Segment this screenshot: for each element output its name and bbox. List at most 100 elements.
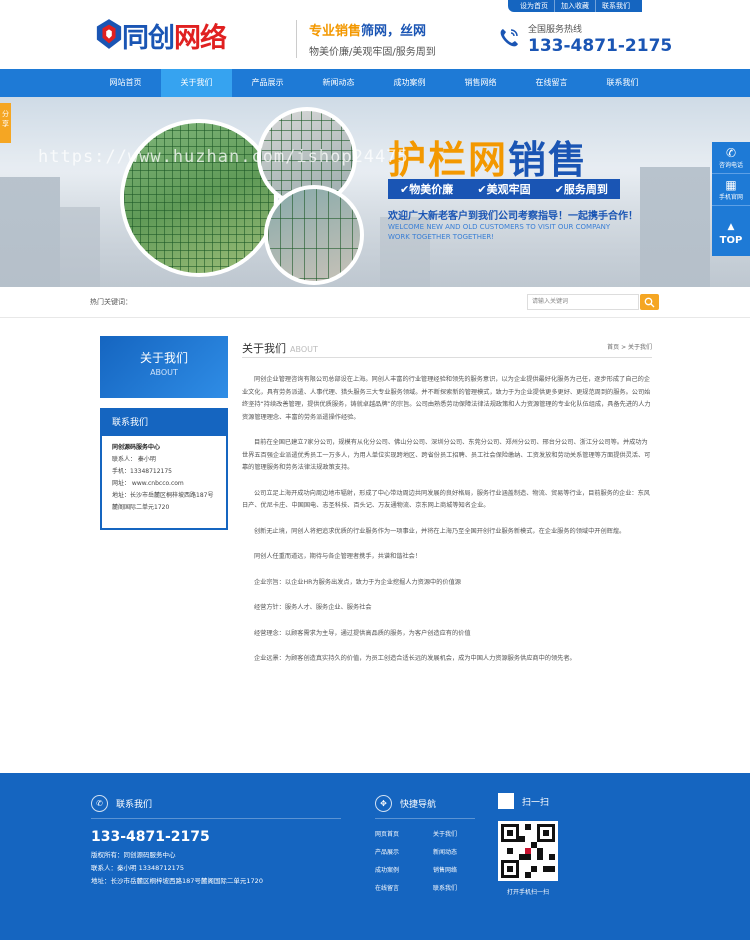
about-title-en: ABOUT bbox=[150, 368, 178, 377]
city-backdrop bbox=[0, 167, 750, 287]
logo-icon[interactable] bbox=[95, 17, 123, 51]
watermark: https://www.huzhan.com/ishop24475 bbox=[38, 147, 409, 167]
contact-line: 联系人： 秦小明 bbox=[112, 456, 156, 463]
compass-icon: ✥ bbox=[375, 795, 392, 812]
slogan-main-b: 筛网，丝网 bbox=[361, 24, 427, 39]
banner-tag: ✔服务周到 bbox=[554, 183, 608, 196]
logo-text-b: 网络 bbox=[174, 23, 227, 54]
phone-icon: ✆ bbox=[91, 795, 108, 812]
article-paragraph: 目前在全国已建立7家分公司，规模有从化分公司、佛山分公司、深圳分公司、东莞分公司… bbox=[242, 439, 651, 471]
logo-text-a: 同创 bbox=[122, 23, 175, 54]
slogan-main-a: 专业销售 bbox=[309, 24, 362, 39]
article-paragraph: 创新无止境，同创人将把追求优质的行业服务作为一项事业，并将在上海乃至全国开创行业… bbox=[254, 527, 626, 535]
hotline-label: 全国服务热线 bbox=[528, 25, 583, 35]
mobile-site-label: 手机官网 bbox=[718, 194, 743, 201]
share-tab[interactable]: 分享 bbox=[0, 103, 11, 143]
caret-up-icon: ▲ bbox=[727, 222, 735, 232]
banner-tag: ✔物美价廉 bbox=[400, 183, 454, 196]
search-button[interactable] bbox=[640, 294, 659, 310]
qr-icon: ▦ bbox=[725, 178, 737, 192]
article-paragraph: 企业远景：为顾客创造真实持久的价值，为员工创造合适长远的发展机会，成为中国人力资… bbox=[254, 655, 576, 662]
qr-caption: 打开手机扫一扫 bbox=[506, 889, 549, 896]
search-input[interactable]: 请输入关键词 bbox=[527, 294, 639, 310]
article-body: 同创企业管理咨询有限公司总部设在上海。同创人丰富的行业管理经验和领先的服务意识，… bbox=[242, 374, 652, 666]
footer-quick-title: 快捷导航 bbox=[400, 800, 437, 810]
phone-icon bbox=[500, 29, 518, 47]
contact-line[interactable]: 网址： www.cnbcco.com bbox=[112, 478, 216, 490]
breadcrumb[interactable]: 首页 > 关于我们 bbox=[607, 342, 652, 351]
footer-scan-title: 扫一扫 bbox=[522, 797, 550, 808]
article-paragraph: 经营方针：服务人才、服务企业、服务社会 bbox=[254, 604, 372, 611]
footer-line: 联系人：秦小明 13348712175 bbox=[91, 864, 185, 872]
nav-item-about[interactable]: 关于我们 bbox=[161, 69, 232, 97]
floating-sidebar: ✆ 咨询电话 ▦ 手机官网 ▲ TOP bbox=[712, 142, 750, 256]
article-paragraph: 企业宗旨：以企业HR为服务出发点，致力于为企业挖掘人力资源中的价值源 bbox=[254, 578, 461, 586]
nav-item-news[interactable]: 新闻动态 bbox=[303, 69, 374, 97]
back-to-top-button[interactable]: ▲ TOP bbox=[712, 206, 750, 256]
logo-text[interactable]: 同创网络 bbox=[122, 16, 227, 55]
nav-item-contact[interactable]: 联系我们 bbox=[587, 69, 658, 97]
footer-link-home[interactable]: 网页首页 bbox=[375, 829, 433, 838]
footer-line: 地址：长沙市岳麓区桐梓坡西路187号麓阁国际二单元1720 bbox=[91, 877, 263, 885]
about-box[interactable]: 关于我们 ABOUT bbox=[100, 336, 228, 398]
content-title-en: ABOUT bbox=[290, 345, 318, 354]
article-paragraph: 经营理念：以顾客需求为主导，通过提供高品质的服务，为客户创造应有的价值 bbox=[254, 629, 471, 637]
content-title: 关于我们 bbox=[242, 342, 286, 355]
search-icon bbox=[644, 297, 655, 308]
banner-tags: ✔物美价廉 ✔美观牢固 ✔服务周到 bbox=[388, 179, 620, 199]
consult-phone-label: 咨询电话 bbox=[718, 162, 743, 169]
nav-item-cases[interactable]: 成功案例 bbox=[374, 69, 445, 97]
contact-line: 地址：长沙市岳麓区桐梓坡西路187号麓阁国际二单元1720 bbox=[112, 492, 214, 511]
footer-link-about[interactable]: 关于我们 bbox=[433, 829, 491, 838]
hotline: 全国服务热线 133-4871-2175 bbox=[528, 22, 672, 56]
article-paragraph: 公司立足上海开成功向周边地市辐射，形成了中心带动周边共同发展的良好格局，服务行业… bbox=[242, 489, 650, 510]
footer-contact-title: 联系我们 bbox=[116, 800, 153, 810]
banner-tag: ✔美观牢固 bbox=[477, 183, 531, 196]
footer-quick-nav: ✥ 快捷导航 网页首页 关于我们 产品展示 新闻动态 成功案例 销售网络 在线留言… bbox=[375, 795, 491, 892]
footer-link-sales[interactable]: 销售网络 bbox=[433, 865, 491, 874]
article-paragraph: 同创企业管理咨询有限公司总部设在上海。同创人丰富的行业管理经验和领先的服务意识，… bbox=[242, 376, 651, 421]
footer-link-news[interactable]: 新闻动态 bbox=[433, 847, 491, 856]
footer-link-message[interactable]: 在线留言 bbox=[375, 883, 433, 892]
content-header: 关于我们 ABOUT 首页 > 关于我们 bbox=[242, 337, 652, 358]
nav-item-products[interactable]: 产品展示 bbox=[232, 69, 303, 97]
footer-phone: 133-4871-2175 bbox=[91, 829, 210, 845]
article-paragraph: 同创人任重而道远，期待与各企管理者携手，共谱和谐社会！ bbox=[254, 553, 422, 560]
footer: ✆ 联系我们 133-4871-2175 版权所有：同创源码服务中心 联系人：秦小… bbox=[0, 773, 750, 940]
qr-icon bbox=[498, 793, 514, 809]
nav-item-message[interactable]: 在线留言 bbox=[516, 69, 587, 97]
qr-code bbox=[498, 821, 558, 881]
footer-link-contact[interactable]: 联系我们 bbox=[433, 883, 491, 892]
about-title: 关于我们 bbox=[139, 351, 188, 365]
slogan: 专业销售筛网，丝网 物美价廉/美观牢固/服务周到 bbox=[296, 20, 436, 58]
contact-box: 联系我们 同创源码服务中心 联系人： 秦小明 手机：13348712175 网址… bbox=[100, 408, 228, 530]
divider bbox=[375, 818, 475, 819]
left-sidebar: 关于我们 ABOUT 联系我们 同创源码服务中心 联系人： 秦小明 手机：133… bbox=[100, 336, 228, 530]
footer-contact: ✆ 联系我们 133-4871-2175 版权所有：同创源码服务中心 联系人：秦小… bbox=[91, 795, 341, 888]
fence-photo-bottom bbox=[264, 185, 364, 285]
hot-keywords-label: 热门关键词： bbox=[90, 298, 132, 306]
contact-title: 联系我们 bbox=[102, 410, 226, 436]
nav-item-sales-network[interactable]: 销售网络 bbox=[445, 69, 516, 97]
nav-item-home[interactable]: 网站首页 bbox=[90, 69, 161, 97]
divider bbox=[91, 818, 341, 819]
fence-photo-large bbox=[120, 119, 278, 277]
banner-welcome-en: WELCOME NEW AND OLD CUSTOMERS TO VISIT O… bbox=[388, 223, 611, 241]
contact-line: 手机：13348712175 bbox=[112, 468, 172, 475]
main-content: 关于我们 ABOUT 首页 > 关于我们 同创企业管理咨询有限公司总部设在上海。同… bbox=[242, 337, 652, 679]
hero-banner: 护栏网销售 ✔物美价廉 ✔美观牢固 ✔服务周到 欢迎广大新老客户到我们公司考察指… bbox=[0, 97, 750, 287]
slogan-sub: 物美价廉/美观牢固/服务周到 bbox=[309, 47, 436, 58]
back-to-top-label: TOP bbox=[719, 235, 743, 246]
banner-title: 护栏网销售 bbox=[388, 129, 588, 184]
consult-phone-button[interactable]: ✆ 咨询电话 bbox=[712, 142, 750, 174]
hotline-number: 133-4871-2175 bbox=[528, 36, 673, 56]
phone-icon: ✆ bbox=[725, 146, 737, 160]
contact-company: 同创源码服务中心 bbox=[112, 444, 161, 451]
banner-welcome: 欢迎广大新老客户到我们公司考察指导！一起携手合作！ bbox=[388, 211, 638, 222]
main-nav: 网站首页 关于我们 产品展示 新闻动态 成功案例 销售网络 在线留言 联系我们 bbox=[0, 69, 750, 98]
mobile-site-button[interactable]: ▦ 手机官网 bbox=[712, 174, 750, 206]
footer-link-products[interactable]: 产品展示 bbox=[375, 847, 433, 856]
footer-link-cases[interactable]: 成功案例 bbox=[375, 865, 433, 874]
qr-code-image bbox=[501, 824, 555, 878]
footer-scan: 扫一扫 打开手机扫一扫 bbox=[498, 793, 558, 896]
